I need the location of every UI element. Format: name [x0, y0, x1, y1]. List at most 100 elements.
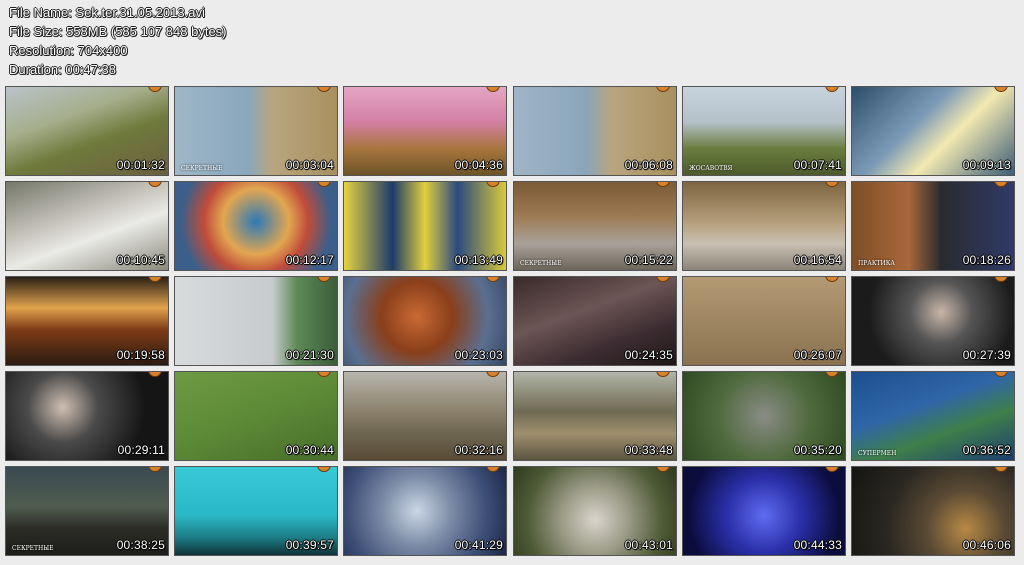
- thumbnail-caption: СЕКРЕТНЫЕ: [12, 545, 54, 552]
- video-thumbnail[interactable]: СУПЕРМЕН 00:36:52: [851, 371, 1015, 461]
- channel-logo-icon: [994, 87, 1008, 92]
- video-thumbnail[interactable]: 00:39:57: [174, 466, 338, 556]
- video-thumbnail[interactable]: 00:33:48: [513, 371, 677, 461]
- channel-logo-icon: [825, 182, 839, 187]
- channel-logo-icon: [656, 277, 670, 282]
- thumbnail-timestamp: 00:04:36: [454, 158, 503, 172]
- thumbnail-timestamp: 00:24:35: [624, 348, 673, 362]
- thumbnail-timestamp: 00:12:17: [285, 253, 334, 267]
- thumbnail-timestamp: 00:41:29: [454, 538, 503, 552]
- channel-logo-icon: [486, 277, 500, 282]
- thumbnail-timestamp: 00:06:08: [624, 158, 673, 172]
- video-thumbnail[interactable]: 00:44:33: [682, 466, 846, 556]
- thumbnail-timestamp: 00:44:33: [793, 538, 842, 552]
- video-thumbnail[interactable]: 00:04:36: [343, 86, 507, 176]
- channel-logo-icon: [486, 87, 500, 92]
- video-thumbnail[interactable]: 00:27:39: [851, 276, 1015, 366]
- channel-logo-icon: [486, 182, 500, 187]
- thumbnail-timestamp: 00:30:44: [285, 443, 334, 457]
- thumbnail-timestamp: 00:03:04: [285, 158, 334, 172]
- channel-logo-icon: [486, 467, 500, 472]
- video-thumbnail[interactable]: 00:30:44: [174, 371, 338, 461]
- thumbnail-timestamp: 00:01:32: [116, 158, 165, 172]
- thumbnail-timestamp: 00:33:48: [624, 443, 673, 457]
- channel-logo-icon: [656, 372, 670, 377]
- resolution: Resolution: 704x400: [9, 43, 128, 58]
- duration: Duration: 00:47:38: [9, 62, 116, 77]
- channel-logo-icon: [825, 372, 839, 377]
- thumbnail-timestamp: 00:29:11: [117, 443, 165, 457]
- channel-logo-icon: [656, 87, 670, 92]
- video-thumbnail[interactable]: 00:23:03: [343, 276, 507, 366]
- channel-logo-icon: [317, 87, 331, 92]
- video-thumbnail[interactable]: 00:43:01: [513, 466, 677, 556]
- thumbnail-timestamp: 00:38:25: [116, 538, 165, 552]
- channel-logo-icon: [148, 182, 162, 187]
- video-thumbnail[interactable]: 00:29:11: [5, 371, 169, 461]
- thumbnail-timestamp: 00:35:20: [793, 443, 842, 457]
- video-thumbnail[interactable]: ПРАКТИКА 00:18:26: [851, 181, 1015, 271]
- video-thumbnail[interactable]: 00:46:06: [851, 466, 1015, 556]
- thumbnail-timestamp: 00:19:58: [116, 348, 165, 362]
- video-thumbnail[interactable]: 00:16:54: [682, 181, 846, 271]
- channel-logo-icon: [656, 182, 670, 187]
- channel-logo-icon: [148, 277, 162, 282]
- thumbnail-timestamp: 00:13:49: [454, 253, 503, 267]
- video-thumbnail[interactable]: СЕКРЕТНЫЕ 00:03:04: [174, 86, 338, 176]
- channel-logo-icon: [148, 467, 162, 472]
- video-thumbnail[interactable]: СЕКРЕТНЫЕ 00:15:22: [513, 181, 677, 271]
- thumbnail-timestamp: 00:15:22: [624, 253, 673, 267]
- channel-logo-icon: [317, 372, 331, 377]
- video-thumbnail[interactable]: 00:06:08: [513, 86, 677, 176]
- thumbnail-caption: ПРАКТИКА: [858, 260, 895, 267]
- thumbnail-caption: СЕКРЕТНЫЕ: [181, 165, 223, 172]
- file-name: File Name: Sek.ter.31.05.2013.avi: [9, 5, 205, 20]
- thumbnail-timestamp: 00:36:52: [962, 443, 1011, 457]
- video-thumbnail[interactable]: 00:21:30: [174, 276, 338, 366]
- video-thumbnail[interactable]: 00:12:17: [174, 181, 338, 271]
- video-thumbnail[interactable]: 00:09:13: [851, 86, 1015, 176]
- video-thumbnail[interactable]: 00:35:20: [682, 371, 846, 461]
- thumbnail-timestamp: 00:10:45: [116, 253, 165, 267]
- video-thumbnail[interactable]: 00:41:29: [343, 466, 507, 556]
- thumbnail-timestamp: 00:32:16: [454, 443, 503, 457]
- video-thumbnail[interactable]: 00:32:16: [343, 371, 507, 461]
- video-thumbnail[interactable]: СЕКРЕТНЫЕ 00:38:25: [5, 466, 169, 556]
- channel-logo-icon: [148, 372, 162, 377]
- video-thumbnail[interactable]: 00:10:45: [5, 181, 169, 271]
- video-thumbnail[interactable]: 00:24:35: [513, 276, 677, 366]
- channel-logo-icon: [994, 467, 1008, 472]
- thumbnail-timestamp: 00:07:41: [793, 158, 842, 172]
- channel-logo-icon: [486, 372, 500, 377]
- thumbnail-timestamp: 00:27:39: [962, 348, 1011, 362]
- channel-logo-icon: [656, 467, 670, 472]
- channel-logo-icon: [994, 182, 1008, 187]
- thumbnail-timestamp: 00:18:26: [962, 253, 1011, 267]
- thumbnail-caption: СУПЕРМЕН: [858, 450, 897, 457]
- file-size: File Size: 558MB (585 107 848 bytes): [9, 24, 227, 39]
- thumbnail-caption: ЖОСАВОТВЯ: [689, 165, 733, 172]
- channel-logo-icon: [317, 277, 331, 282]
- channel-logo-icon: [825, 277, 839, 282]
- thumbnail-caption: СЕКРЕТНЫЕ: [520, 260, 562, 267]
- thumbnail-timestamp: 00:43:01: [624, 538, 673, 552]
- video-thumbnail[interactable]: 00:13:49: [343, 181, 507, 271]
- thumbnail-timestamp: 00:26:07: [793, 348, 842, 362]
- channel-logo-icon: [148, 87, 162, 92]
- thumbnail-timestamp: 00:23:03: [454, 348, 503, 362]
- channel-logo-icon: [994, 372, 1008, 377]
- channel-logo-icon: [825, 87, 839, 92]
- channel-logo-icon: [994, 277, 1008, 282]
- video-thumbnail[interactable]: 00:26:07: [682, 276, 846, 366]
- file-info-header: File Name: Sek.ter.31.05.2013.avi File S…: [9, 3, 227, 79]
- thumbnail-timestamp: 00:21:30: [285, 348, 334, 362]
- video-thumbnail[interactable]: ЖОСАВОТВЯ 00:07:41: [682, 86, 846, 176]
- thumbnail-timestamp: 00:46:06: [962, 538, 1011, 552]
- thumbnail-timestamp: 00:16:54: [793, 253, 842, 267]
- thumbnail-timestamp: 00:09:13: [962, 158, 1011, 172]
- thumbnail-timestamp: 00:39:57: [285, 538, 334, 552]
- channel-logo-icon: [825, 467, 839, 472]
- video-thumbnail[interactable]: 00:01:32: [5, 86, 169, 176]
- channel-logo-icon: [317, 467, 331, 472]
- video-thumbnail[interactable]: 00:19:58: [5, 276, 169, 366]
